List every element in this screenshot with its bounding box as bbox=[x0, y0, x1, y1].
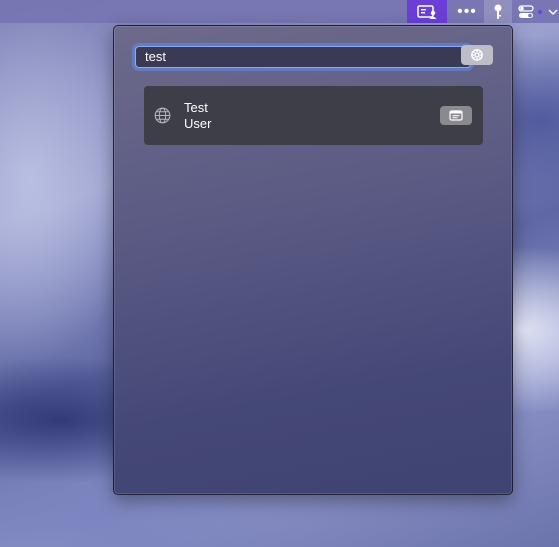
menubar-chevron-button[interactable] bbox=[546, 0, 559, 23]
result-line-1: Test bbox=[184, 100, 208, 115]
menubar-status-dot bbox=[536, 0, 544, 23]
result-row[interactable]: Test User bbox=[144, 86, 483, 145]
desktop-wallpaper: ••• test Test User bbox=[0, 0, 559, 547]
popover-panel: test Test User bbox=[113, 25, 513, 495]
menu-bar: ••• bbox=[0, 0, 559, 23]
result-line-2: User bbox=[184, 116, 212, 131]
menubar-contact-card-button[interactable] bbox=[407, 0, 447, 23]
window-icon bbox=[449, 110, 463, 121]
search-input[interactable]: test bbox=[135, 46, 471, 68]
dot-icon bbox=[538, 9, 542, 14]
menubar-more-button[interactable]: ••• bbox=[452, 0, 482, 23]
chevron-icon bbox=[548, 9, 557, 15]
toggles-icon bbox=[518, 4, 534, 18]
more-icon: ••• bbox=[457, 2, 477, 20]
menubar-key-button[interactable] bbox=[484, 0, 512, 23]
menubar-control-center-button[interactable] bbox=[514, 0, 538, 23]
result-title: Test User bbox=[184, 100, 211, 132]
key-icon bbox=[494, 4, 502, 19]
open-window-button[interactable] bbox=[440, 106, 472, 125]
settings-button[interactable] bbox=[461, 45, 493, 65]
globe-icon bbox=[154, 107, 171, 124]
gear-icon bbox=[471, 49, 483, 61]
contact-card-icon bbox=[417, 4, 437, 19]
